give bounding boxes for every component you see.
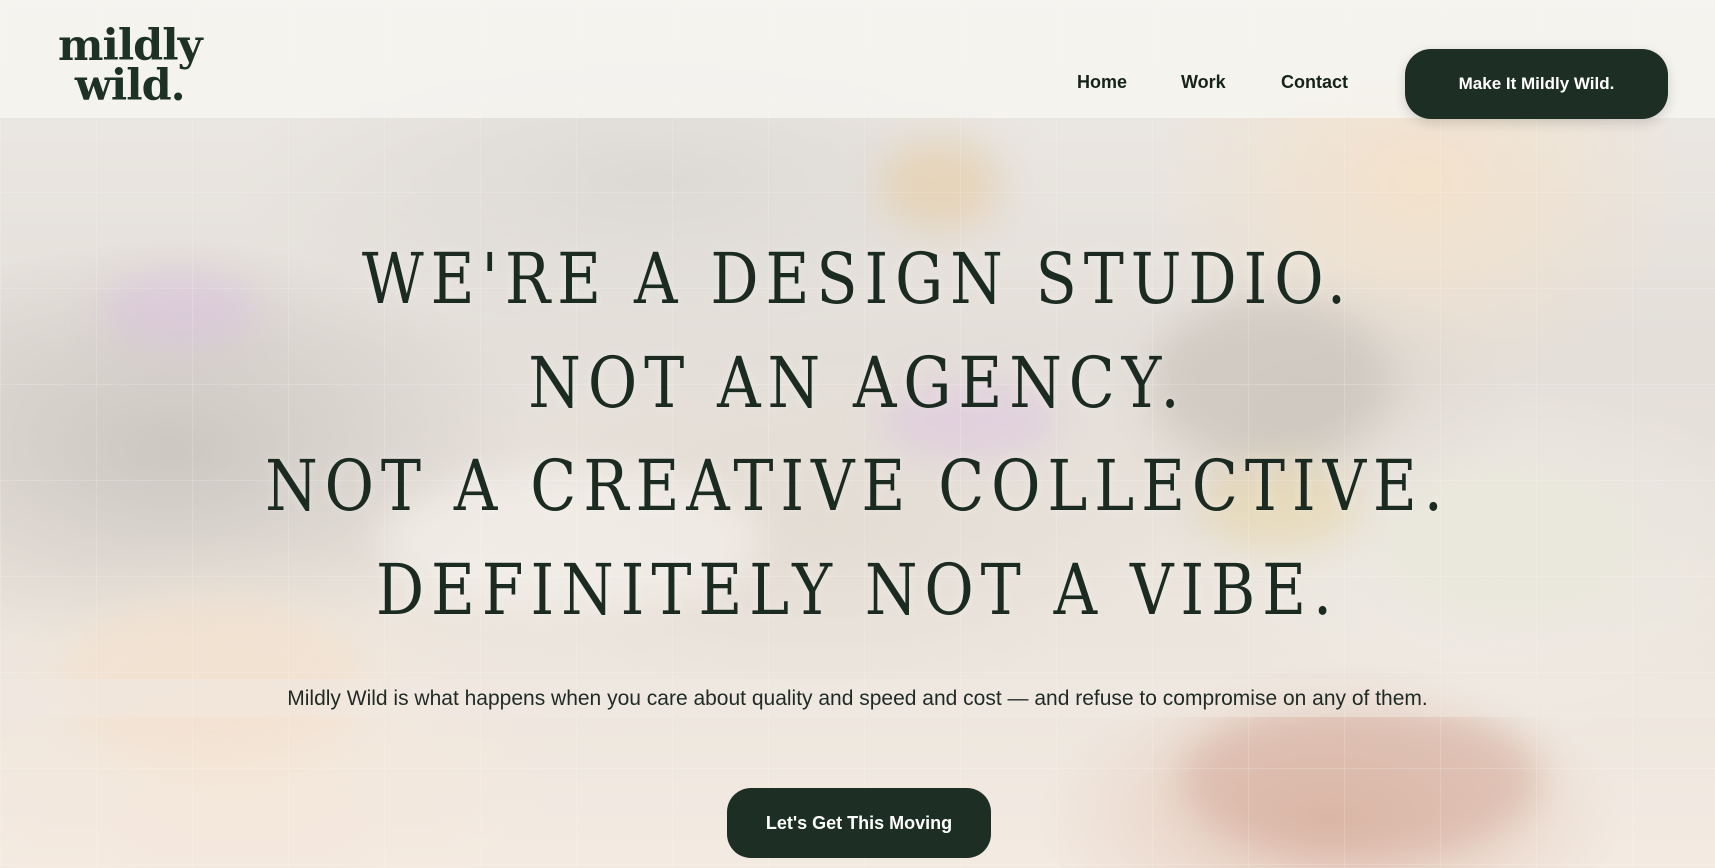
hero-headline-line-3: Not a creative collective. bbox=[265, 445, 1450, 527]
logo-line-1: mildly bbox=[58, 21, 203, 71]
hero-headline-line-4: Definitely not a vibe. bbox=[375, 549, 1340, 631]
hero-subline: Mildly Wild is what happens when you car… bbox=[287, 687, 1428, 710]
hero-headline-line-2: Not an agency. bbox=[528, 342, 1187, 424]
logo[interactable]: mildly wild. bbox=[58, 21, 203, 111]
logo-line-2: wild. bbox=[74, 61, 186, 111]
nav-contact-link[interactable]: Contact bbox=[1281, 72, 1348, 93]
make-it-mildly-wild-button[interactable]: Make It Mildly Wild. bbox=[1405, 49, 1668, 119]
nav-home-link[interactable]: Home bbox=[1077, 72, 1127, 93]
lets-get-moving-button[interactable]: Let's Get This Moving bbox=[727, 788, 991, 858]
nav-work-link[interactable]: Work bbox=[1181, 72, 1226, 93]
hero-headline-line-1: We're a design studio. bbox=[361, 238, 1353, 320]
site-header: mildly wild. Home Work Contact Make It M… bbox=[0, 0, 1715, 119]
hero-background-image bbox=[0, 0, 1715, 868]
